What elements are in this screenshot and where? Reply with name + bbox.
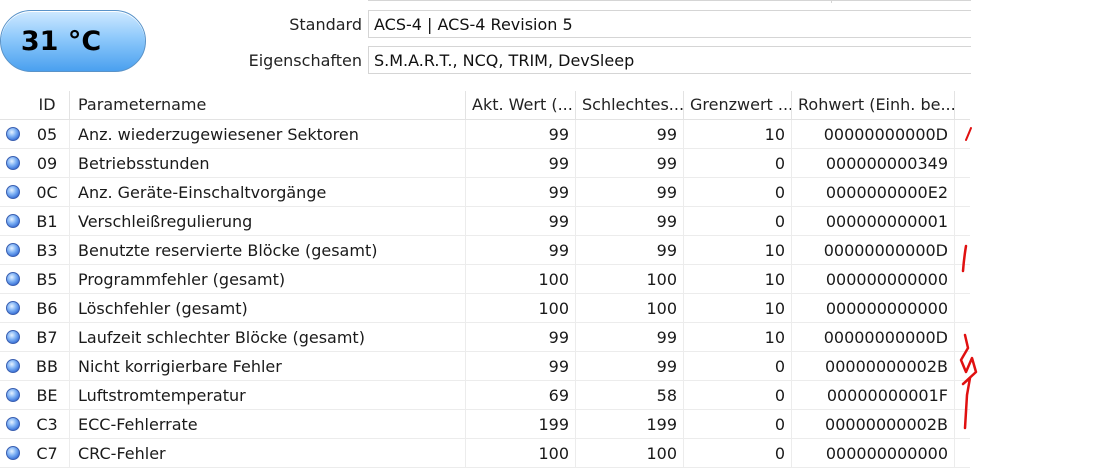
red-mark-1 [965,127,972,141]
red-mark-3 [959,333,978,430]
red-annotation-marks [959,127,978,430]
red-mark-2 [961,244,968,273]
